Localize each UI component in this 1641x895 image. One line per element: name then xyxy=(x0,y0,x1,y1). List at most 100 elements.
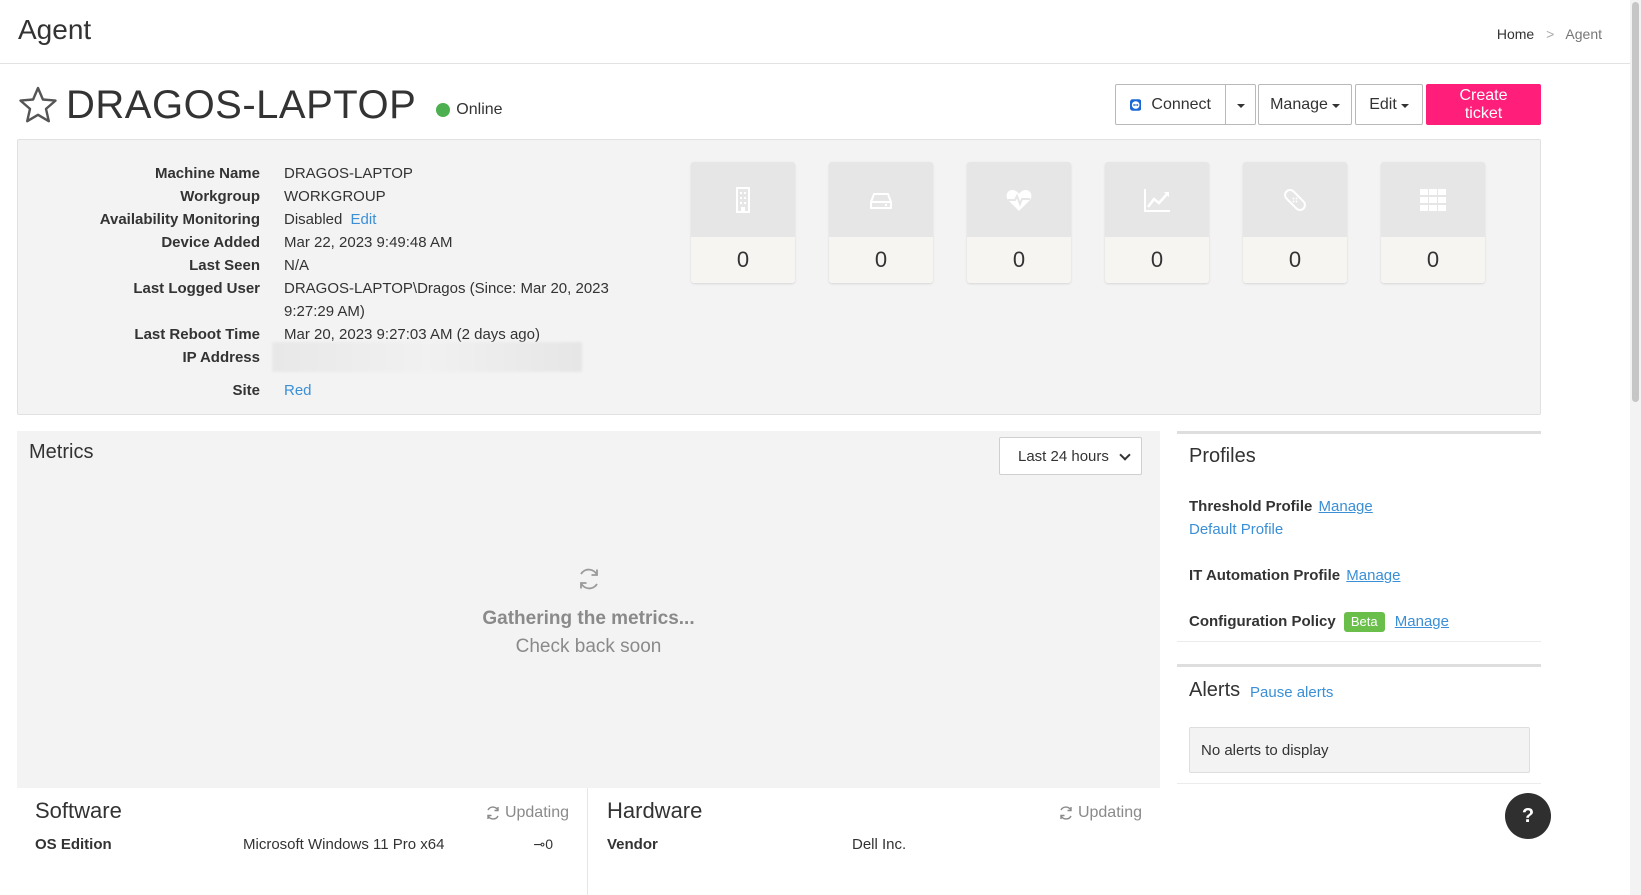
info-label: Last Reboot Time xyxy=(134,326,260,343)
time-range-value: Last 24 hours xyxy=(1018,447,1109,465)
tile-building[interactable]: 0 xyxy=(691,162,795,283)
software-panel: Software Updating OS Edition Microsoft W… xyxy=(17,788,588,895)
chart-line-icon xyxy=(1144,188,1170,212)
info-row-ip-address: IP Address xyxy=(18,342,658,379)
info-value: WORKGROUP xyxy=(284,188,386,205)
favorite-star-icon[interactable] xyxy=(18,85,58,125)
info-label: Last Logged User xyxy=(133,280,260,297)
tile-patch[interactable]: 0 xyxy=(1243,162,1347,283)
info-label: Machine Name xyxy=(154,165,260,182)
chevron-down-icon xyxy=(1119,449,1131,461)
device-header: DRAGOS-LAPTOP Online xyxy=(18,80,503,130)
info-row-site: Site Red xyxy=(18,379,658,402)
hardware-panel: Hardware Updating Vendor Dell Inc. xyxy=(589,788,1160,895)
tile-apps[interactable]: 0 xyxy=(1381,162,1485,283)
metrics-panel: Metrics Last 24 hours Gathering the metr… xyxy=(17,431,1160,788)
info-label: IP Address xyxy=(182,349,260,366)
info-row-workgroup: Workgroup WORKGROUP xyxy=(18,185,658,208)
pause-alerts-link[interactable]: Pause alerts xyxy=(1250,684,1333,701)
help-button[interactable]: ? xyxy=(1505,793,1551,839)
scrollbar-thumb[interactable] xyxy=(1632,2,1639,402)
page-scrollbar[interactable] xyxy=(1630,0,1641,895)
site-link[interactable]: Red xyxy=(284,382,312,399)
refresh-icon xyxy=(579,568,598,590)
beta-badge: Beta xyxy=(1343,612,1385,632)
info-label: Device Added xyxy=(161,234,260,251)
profiles-panel: Profiles Threshold Profile Manage Defaul… xyxy=(1177,431,1541,642)
check-back-text: Check back soon xyxy=(515,636,662,657)
tile-hard-drive[interactable]: 0 xyxy=(829,162,933,283)
key-icon[interactable]: ⊸0 xyxy=(533,836,553,853)
connect-dropdown-button[interactable] xyxy=(1226,84,1256,125)
config-manage-link[interactable]: Manage xyxy=(1395,613,1449,630)
tile-count: 0 xyxy=(1243,237,1347,283)
manage-button[interactable]: Manage xyxy=(1258,84,1352,125)
tile-count: 0 xyxy=(829,237,933,283)
info-value: DRAGOS-LAPTOP xyxy=(284,165,413,182)
refresh-icon xyxy=(1060,806,1072,820)
software-updating-status: Updating xyxy=(485,804,569,822)
metrics-title: Metrics xyxy=(29,441,94,463)
automation-profile: IT Automation Profile Manage xyxy=(1189,564,1401,587)
tile-count: 0 xyxy=(1105,237,1209,283)
device-info-list: Machine Name DRAGOS-LAPTOP Workgroup WOR… xyxy=(18,162,658,402)
info-row-availability: Availability Monitoring Disabled Edit xyxy=(18,208,658,231)
hardware-title: Hardware xyxy=(607,798,703,823)
threshold-manage-link[interactable]: Manage xyxy=(1319,498,1373,515)
info-value xyxy=(260,342,650,379)
tile-icon-area xyxy=(1243,162,1347,237)
teamviewer-icon xyxy=(1130,98,1142,111)
info-label: Workgroup xyxy=(180,188,260,205)
connect-label: Connect xyxy=(1151,95,1211,113)
info-row-machine-name: Machine Name DRAGOS-LAPTOP xyxy=(18,162,658,185)
info-row-last-seen: Last Seen N/A xyxy=(18,254,658,277)
threshold-profile: Threshold Profile Manage Default Profile xyxy=(1189,495,1373,541)
tile-icon-area xyxy=(1381,162,1485,237)
status-indicator: Online xyxy=(436,101,503,119)
tile-heartbeat[interactable]: 0 xyxy=(967,162,1071,283)
availability-value: Disabled xyxy=(284,211,343,228)
device-name: DRAGOS-LAPTOP xyxy=(66,82,417,127)
create-ticket-button[interactable]: Create ticket xyxy=(1426,84,1541,125)
breadcrumb-home[interactable]: Home xyxy=(1497,26,1534,42)
vendor-label: Vendor xyxy=(607,836,658,853)
breadcrumb-separator: > xyxy=(1546,26,1555,42)
info-value: Mar 22, 2023 9:49:48 AM xyxy=(284,234,453,251)
gathering-text: Gathering the metrics... xyxy=(482,608,695,629)
info-row-last-user: Last Logged User DRAGOS-LAPTOP\Dragos (S… xyxy=(18,277,658,323)
info-label: Site xyxy=(232,382,260,399)
building-icon xyxy=(736,186,750,213)
manage-label: Manage xyxy=(1270,95,1328,113)
edit-button[interactable]: Edit xyxy=(1355,84,1423,125)
page-title: Agent xyxy=(18,14,92,45)
info-value: Disabled Edit xyxy=(260,208,650,231)
software-title: Software xyxy=(35,798,122,823)
info-label: Availability Monitoring xyxy=(99,211,260,228)
os-edition-label: OS Edition xyxy=(35,836,112,853)
tile-count: 0 xyxy=(691,237,795,283)
bandage-icon xyxy=(1284,188,1306,211)
redacted-ip-value xyxy=(272,342,582,372)
default-profile-link[interactable]: Default Profile xyxy=(1189,521,1283,538)
device-info-panel: Machine Name DRAGOS-LAPTOP Workgroup WOR… xyxy=(17,139,1541,415)
top-header: Agent Home > Agent xyxy=(0,0,1630,64)
tile-icon-area xyxy=(967,162,1071,237)
caret-down-icon xyxy=(1236,103,1245,108)
alerts-title: Alerts xyxy=(1189,679,1241,701)
alerts-panel: Alerts Pause alerts No alerts to display xyxy=(1177,664,1541,784)
connect-button[interactable]: Connect xyxy=(1115,84,1226,125)
summary-tiles: 0 0 0 0 0 0 xyxy=(691,162,1519,283)
threshold-profile-label: Threshold Profile xyxy=(1189,498,1313,515)
os-edition-value: Microsoft Windows 11 Pro x64 xyxy=(243,836,445,853)
profiles-title: Profiles xyxy=(1189,445,1256,467)
info-label: Last Seen xyxy=(189,257,260,274)
automation-profile-label: IT Automation Profile xyxy=(1189,567,1341,584)
tile-count: 0 xyxy=(1381,237,1485,283)
tile-chart[interactable]: 0 xyxy=(1105,162,1209,283)
automation-manage-link[interactable]: Manage xyxy=(1346,567,1400,584)
time-range-select[interactable]: Last 24 hours xyxy=(999,437,1142,475)
tile-count: 0 xyxy=(967,237,1071,283)
caret-down-icon xyxy=(1400,103,1409,108)
availability-edit-link[interactable]: Edit xyxy=(351,211,377,228)
caret-down-icon xyxy=(1331,103,1340,108)
